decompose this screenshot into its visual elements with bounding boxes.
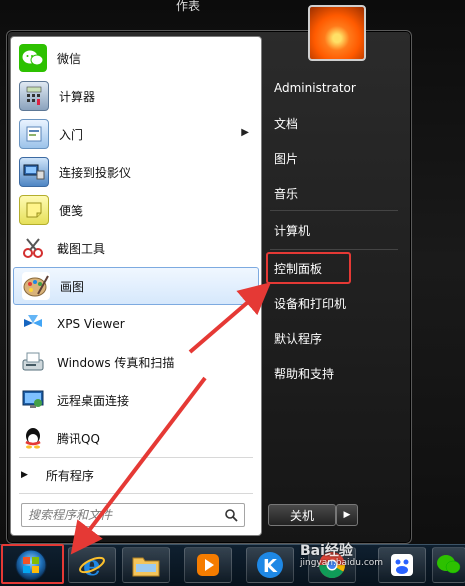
taskbar-internet-explorer[interactable]: e (68, 547, 116, 583)
media-player-icon (197, 554, 219, 576)
window-title-fragment: 作表 (176, 0, 201, 13)
start-menu-programs-panel: 微信 计算器 入门 ▶ 连接到投影仪 便笺 截图工具 画图 XPS Viewer… (10, 36, 262, 536)
program-snipping-tool[interactable]: 截图工具 (11, 229, 261, 267)
program-label: 腾讯QQ (57, 431, 100, 446)
program-label: 便笺 (59, 203, 84, 218)
watermark-brand: Bai经验 (300, 543, 353, 559)
taskbar-media-player[interactable] (184, 547, 232, 583)
all-programs-button[interactable]: ▶ 所有程序 (11, 461, 261, 489)
right-item-computer[interactable]: 计算机 (268, 218, 398, 242)
program-label: Windows 传真和扫描 (57, 355, 175, 370)
right-item-pictures[interactable]: 图片 (268, 146, 398, 170)
divider (19, 457, 253, 458)
program-wechat[interactable]: 微信 (11, 39, 261, 77)
right-item-user[interactable]: Administrator (268, 76, 398, 100)
taskbar-wechat[interactable] (432, 547, 465, 583)
program-xps-viewer[interactable]: XPS Viewer (11, 305, 261, 343)
wechat-icon (19, 44, 47, 72)
divider (19, 493, 253, 494)
program-getting-started[interactable]: 入门 ▶ (11, 115, 261, 153)
program-label: 计算器 (59, 89, 96, 104)
program-tencent-qq[interactable]: 腾讯QQ (11, 419, 261, 457)
file-explorer-icon (132, 557, 160, 577)
program-label: 连接到投影仪 (59, 165, 132, 180)
wechat-icon (437, 555, 461, 574)
projector-icon (19, 157, 49, 187)
program-list: 微信 计算器 入门 ▶ 连接到投影仪 便笺 截图工具 画图 XPS Viewer… (11, 39, 261, 457)
xps-viewer-icon (19, 310, 47, 338)
right-item-music[interactable]: 音乐 (268, 181, 398, 205)
snipping-tool-icon (19, 234, 47, 262)
right-item-devices-printers[interactable]: 设备和打印机 (268, 291, 398, 315)
all-programs-label: 所有程序 (45, 468, 94, 483)
taskbar-baidu[interactable] (378, 547, 426, 583)
baidu-icon (391, 554, 413, 576)
svg-text:K: K (263, 556, 278, 577)
right-item-help-support[interactable]: 帮助和支持 (268, 361, 398, 385)
program-connect-projector[interactable]: 连接到投影仪 (11, 153, 261, 191)
annotation-highlight-control-panel (266, 252, 351, 284)
search-box[interactable] (21, 503, 245, 527)
shutdown-options-button[interactable]: ▶ (336, 504, 358, 526)
program-label: 画图 (60, 279, 85, 294)
kugou-icon: K (257, 552, 283, 578)
expand-arrow-icon: ▶ (21, 470, 28, 480)
program-label: 微信 (57, 51, 82, 66)
qq-icon (19, 424, 47, 452)
search-input[interactable] (22, 507, 220, 523)
taskbar-kugou[interactable]: K (246, 547, 294, 583)
remote-desktop-icon (19, 386, 47, 414)
program-label: XPS Viewer (57, 317, 125, 331)
program-remote-desktop[interactable]: 远程桌面连接 (11, 381, 261, 419)
right-item-default-programs[interactable]: 默认程序 (268, 326, 398, 350)
divider (270, 249, 398, 250)
calculator-icon (19, 81, 49, 111)
getting-started-icon (19, 119, 49, 149)
divider (270, 210, 398, 211)
internet-explorer-icon: e (79, 550, 105, 580)
sticky-notes-icon (19, 195, 49, 225)
taskbar-file-explorer[interactable] (122, 547, 170, 583)
user-avatar[interactable] (308, 5, 366, 61)
svg-text:e: e (83, 550, 101, 580)
annotation-highlight-start (1, 544, 64, 584)
paint-icon (22, 272, 50, 300)
fax-scan-icon (19, 348, 47, 376)
right-item-documents[interactable]: 文档 (268, 111, 398, 135)
program-sticky-notes[interactable]: 便笺 (11, 191, 261, 229)
program-paint[interactable]: 画图 (13, 267, 259, 305)
program-calculator[interactable]: 计算器 (11, 77, 261, 115)
program-fax-scan[interactable]: Windows 传真和扫描 (11, 343, 261, 381)
watermark: Bai经验 jingyan.baidu.com (300, 540, 383, 568)
program-label: 截图工具 (57, 241, 106, 256)
submenu-arrow-icon: ▶ (241, 127, 249, 138)
watermark-url: jingyan.baidu.com (300, 558, 384, 568)
shutdown-button[interactable]: 关机 (268, 504, 336, 526)
search-icon[interactable] (224, 508, 238, 522)
program-label: 入门 (59, 127, 84, 142)
program-label: 远程桌面连接 (57, 393, 130, 408)
